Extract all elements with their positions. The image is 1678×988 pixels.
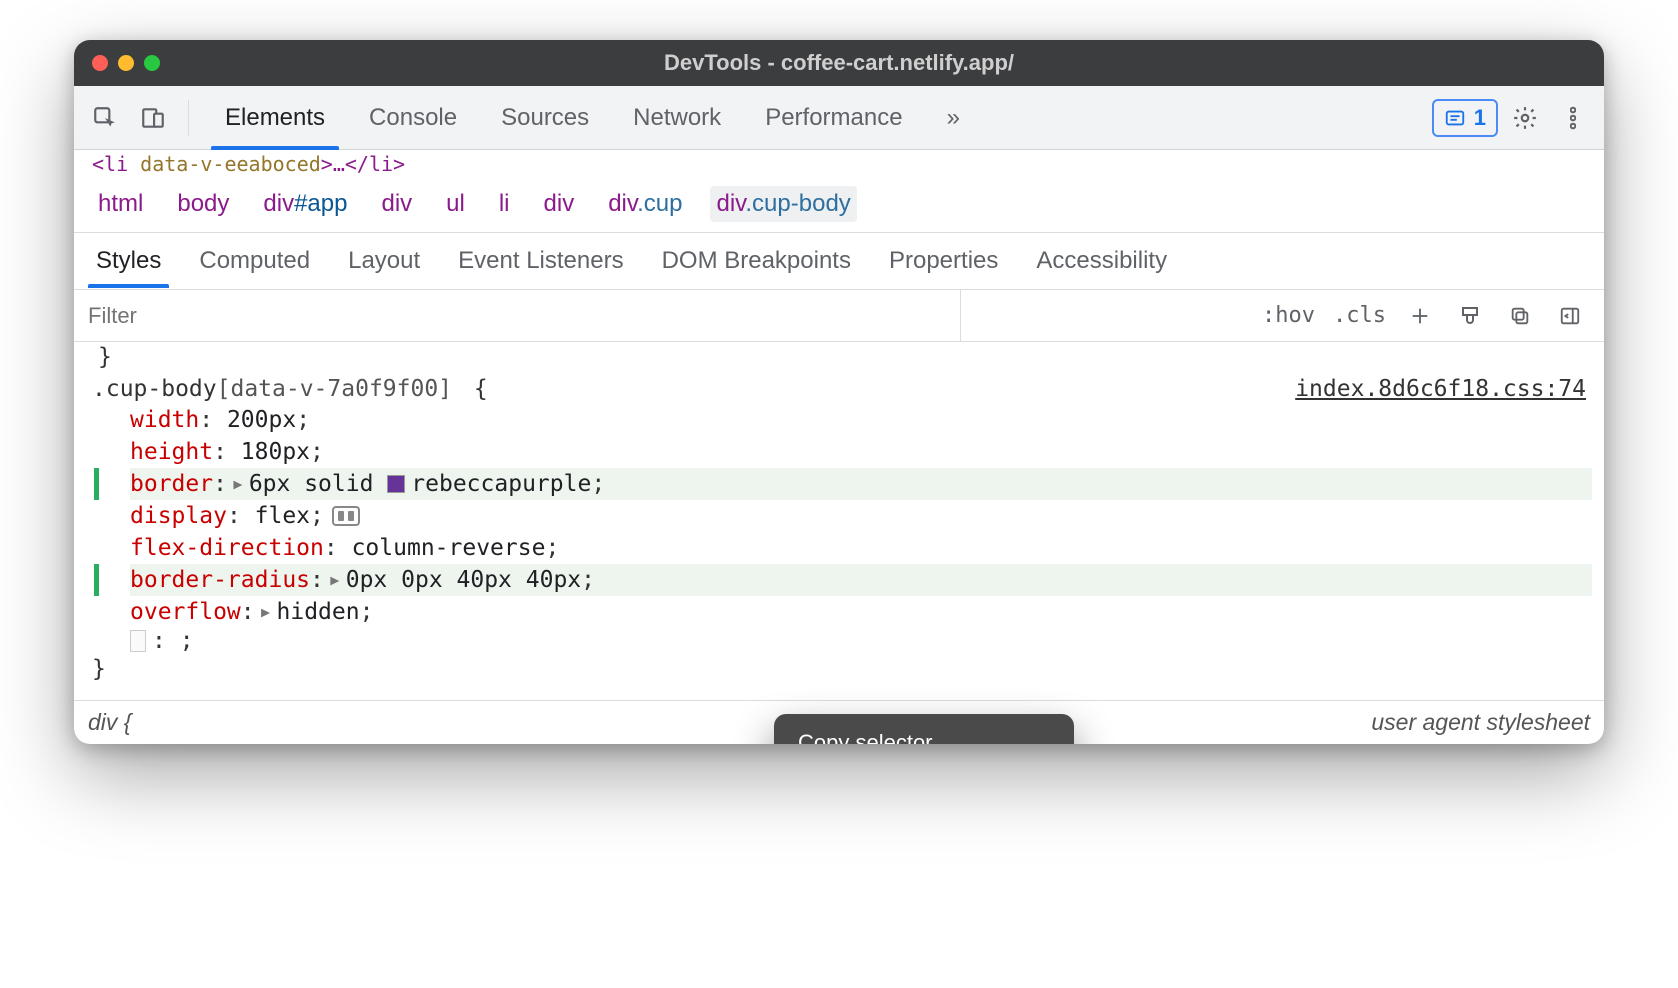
breadcrumb-ul[interactable]: ul [440, 186, 471, 222]
rule-source-link[interactable]: index.8d6c6f18.css:74 [1295, 376, 1586, 402]
main-toolbar: Elements Console Sources Network Perform… [74, 86, 1604, 150]
tab-console[interactable]: Console [347, 86, 479, 149]
dom-snippet: <li data-v-eeaboced>…</li> [74, 150, 1604, 178]
flex-editor-icon[interactable] [332, 506, 360, 526]
rule-header: .cup-body[data-v-7a0f9f00] { index.8d6c6… [86, 370, 1592, 404]
breadcrumb-div-app[interactable]: div#app [257, 186, 353, 222]
ctx-copy-selector[interactable]: Copy selector [782, 722, 1066, 744]
paint-brush-icon[interactable] [1454, 300, 1486, 332]
tab-performance[interactable]: Performance [743, 86, 924, 149]
breadcrumb-li[interactable]: li [493, 186, 516, 222]
sidebar-toggle-icon[interactable] [1554, 300, 1586, 332]
color-swatch-icon[interactable] [387, 475, 405, 493]
rule-selector[interactable]: .cup-body[data-v-7a0f9f00] { [92, 376, 488, 402]
panel-tabs: Elements Console Sources Network Perform… [203, 86, 982, 149]
decl-display[interactable]: display: flex; [130, 500, 1592, 532]
subtab-computed[interactable]: Computed [195, 235, 314, 287]
text-cursor-icon [130, 630, 146, 652]
styles-subtabs: Styles Computed Layout Event Listeners D… [74, 232, 1604, 290]
titlebar: DevTools - coffee-cart.netlify.app/ [74, 40, 1604, 86]
breadcrumb-div-2[interactable]: div [538, 186, 581, 222]
tabs-overflow[interactable]: » [925, 86, 982, 149]
styles-pane: } .cup-body[data-v-7a0f9f00] { index.8d6… [74, 342, 1604, 700]
issues-count: 1 [1474, 105, 1486, 131]
kebab-menu-icon[interactable] [1552, 97, 1594, 139]
decl-overflow[interactable]: overflow:▸hidden; [130, 596, 1592, 628]
tab-network[interactable]: Network [611, 86, 743, 149]
styles-filterbar: :hov .cls [74, 290, 1604, 342]
styles-filter-actions: :hov .cls [1244, 300, 1604, 332]
subtab-properties[interactable]: Properties [885, 235, 1002, 287]
issues-badge[interactable]: 1 [1432, 99, 1498, 137]
decl-border-radius[interactable]: border-radius:▸0px 0px 40px 40px; [130, 564, 1592, 596]
decl-flex-direction[interactable]: flex-direction: column-reverse; [130, 532, 1592, 564]
tab-sources[interactable]: Sources [479, 86, 611, 149]
ua-label: user agent stylesheet [1371, 709, 1590, 736]
toggle-hov-button[interactable]: :hov [1262, 303, 1315, 328]
breadcrumb-body[interactable]: body [171, 186, 235, 222]
rule-declarations: width: 200px; height: 180px; border:▸6px… [86, 404, 1592, 628]
ua-selector[interactable]: div { [88, 709, 131, 736]
subtab-event-listeners[interactable]: Event Listeners [454, 235, 627, 287]
tab-elements[interactable]: Elements [203, 86, 347, 149]
inspect-element-icon[interactable] [84, 97, 126, 139]
subtab-layout[interactable]: Layout [344, 235, 424, 287]
subtab-accessibility[interactable]: Accessibility [1032, 235, 1171, 287]
dom-breadcrumbs: html body div#app div ul li div div.cup … [74, 178, 1604, 232]
decl-height[interactable]: height: 180px; [130, 436, 1592, 468]
prev-rule-close-brace: } [86, 342, 1592, 370]
window-controls [92, 55, 160, 71]
subtab-dom-breakpoints[interactable]: DOM Breakpoints [658, 235, 855, 287]
window-minimize-button[interactable] [118, 55, 134, 71]
breadcrumb-html[interactable]: html [92, 186, 149, 222]
window-close-button[interactable] [92, 55, 108, 71]
new-style-rule-icon[interactable] [1404, 300, 1436, 332]
device-toolbar-icon[interactable] [132, 97, 174, 139]
window-zoom-button[interactable] [144, 55, 160, 71]
devtools-window: DevTools - coffee-cart.netlify.app/ Elem… [74, 40, 1604, 744]
breadcrumb-div-cup[interactable]: div.cup [602, 186, 688, 222]
window-title: DevTools - coffee-cart.netlify.app/ [74, 50, 1604, 76]
settings-gear-icon[interactable] [1504, 97, 1546, 139]
decl-width[interactable]: width: 200px; [130, 404, 1592, 436]
decl-border[interactable]: border:▸6px solid rebeccapurple; [130, 468, 1592, 500]
subtab-styles[interactable]: Styles [92, 235, 165, 287]
new-declaration-input[interactable]: : ; [86, 628, 1592, 654]
breadcrumb-div-cup-body[interactable]: div.cup-body [710, 186, 856, 222]
rule-close-brace: } [86, 654, 1592, 688]
breadcrumb-div[interactable]: div [375, 186, 418, 222]
toolbar-separator [188, 100, 189, 136]
styles-filter-input[interactable] [74, 290, 961, 341]
copy-icon[interactable] [1504, 300, 1536, 332]
styles-context-menu: Copy selector Copy rule Copy all declara… [774, 714, 1074, 744]
toggle-cls-button[interactable]: .cls [1333, 303, 1386, 328]
